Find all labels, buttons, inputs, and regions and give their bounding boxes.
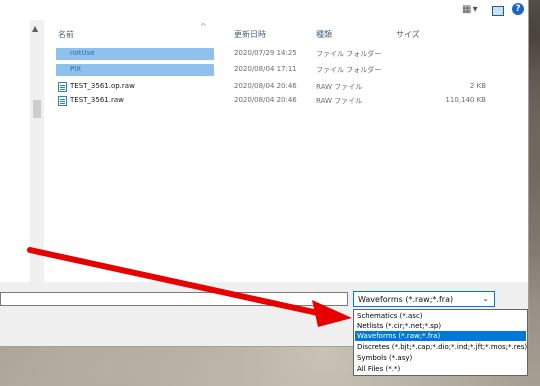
arrow-shaft [27,247,321,316]
annotation-arrow [27,247,352,327]
arrow-head [312,300,352,327]
